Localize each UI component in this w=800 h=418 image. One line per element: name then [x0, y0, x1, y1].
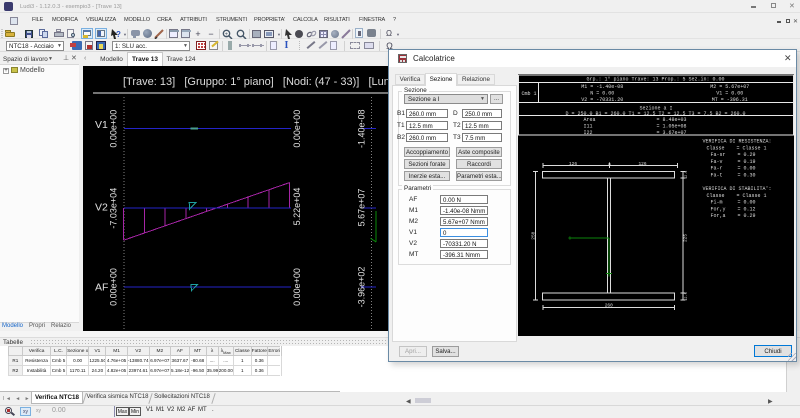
- svg-text:Grp.: 1° piano Trave: 13 Pro: Grp.: 1° piano Trave: 13 Prop.: 5 Sez.in…: [586, 77, 724, 83]
- svg-text:V2 = -70331.20: V2 = -70331.20: [581, 97, 623, 103]
- svg-text:M1 = -1.40e-08: M1 = -1.40e-08: [581, 84, 623, 90]
- svg-text:0.00e+00: 0.00e+00: [292, 268, 302, 306]
- svg-text:Fa-t = 0.30: Fa-t = 0.30: [711, 173, 756, 179]
- svg-text:0.00e+00: 0.00e+00: [109, 268, 119, 306]
- svg-text:-7.03e+04: -7.03e+04: [109, 188, 119, 229]
- svg-text:M2 = 5.67e+07: M2 = 5.67e+07: [710, 84, 749, 90]
- svg-text:For,a = 0.29: For,a = 0.29: [711, 213, 756, 219]
- svg-text:VERIFICA DI RESISTENZA:: VERIFICA DI RESISTENZA:: [703, 139, 772, 145]
- svg-text:0.00e+00: 0.00e+00: [292, 110, 302, 148]
- svg-text:225: 225: [683, 234, 689, 242]
- svg-text:Fa-v = 0.19: Fa-v = 0.19: [711, 159, 756, 165]
- svg-text:= 8.48e+03: = 8.48e+03: [657, 117, 687, 123]
- svg-text:+: +: [225, 32, 229, 38]
- svg-text:Fi-m = 0.00: Fi-m = 0.00: [711, 200, 756, 206]
- svg-text:A: A: [608, 161, 611, 167]
- svg-text:Classe = Classe 1: Classe = Classe 1: [707, 193, 767, 199]
- svg-text:250: 250: [530, 231, 536, 239]
- svg-text:V2: V2: [95, 202, 108, 214]
- svg-text:For,y = 0.12: For,y = 0.12: [711, 206, 756, 212]
- svg-text:260: 260: [605, 302, 613, 308]
- svg-text:-3.96e+02: -3.96e+02: [357, 267, 367, 308]
- svg-text:Cmb 1: Cmb 1: [522, 91, 537, 97]
- svg-text:D = 250.0 B1 = 260.0 T1 = 12: D = 250.0 B1 = 260.0 T1 = 12.5 T2 = 12.5…: [565, 111, 745, 117]
- svg-text:G: G: [569, 235, 572, 241]
- svg-text:-1.40e-08: -1.40e-08: [357, 109, 367, 148]
- svg-text:5.22e+04: 5.22e+04: [292, 188, 302, 226]
- svg-text:126: 126: [638, 161, 646, 167]
- svg-text:I11: I11: [584, 124, 593, 130]
- svg-text:MT = -396.31: MT = -396.31: [712, 97, 748, 103]
- svg-text:Classe = Classe 1: Classe = Classe 1: [707, 145, 767, 151]
- svg-text:12.5: 12.5: [685, 292, 689, 300]
- svg-text:5.67e+07: 5.67e+07: [357, 189, 367, 227]
- svg-text:= 1.05e+08: = 1.05e+08: [657, 124, 687, 130]
- svg-text:Fa-r = 0.00: Fa-r = 0.00: [711, 166, 756, 172]
- svg-text:0.00e+00: 0.00e+00: [109, 110, 119, 148]
- svg-text:126: 126: [569, 161, 577, 167]
- svg-text:N = 0.00: N = 0.00: [590, 91, 614, 97]
- svg-text:Area: Area: [584, 117, 596, 123]
- svg-text:?: ?: [116, 30, 121, 39]
- svg-text:AF: AF: [95, 282, 108, 294]
- svg-text:VERIFICA DI STABILITA':: VERIFICA DI STABILITA':: [703, 186, 772, 192]
- svg-text:12.5: 12.5: [685, 171, 689, 179]
- svg-text:V1 = 0.00: V1 = 0.00: [716, 91, 743, 97]
- svg-text:Fa-sr = 0.29: Fa-sr = 0.29: [711, 152, 756, 158]
- svg-text:I22: I22: [584, 130, 593, 136]
- svg-text:V1: V1: [95, 119, 108, 131]
- svg-text:= 3.67e+07: = 3.67e+07: [657, 130, 687, 136]
